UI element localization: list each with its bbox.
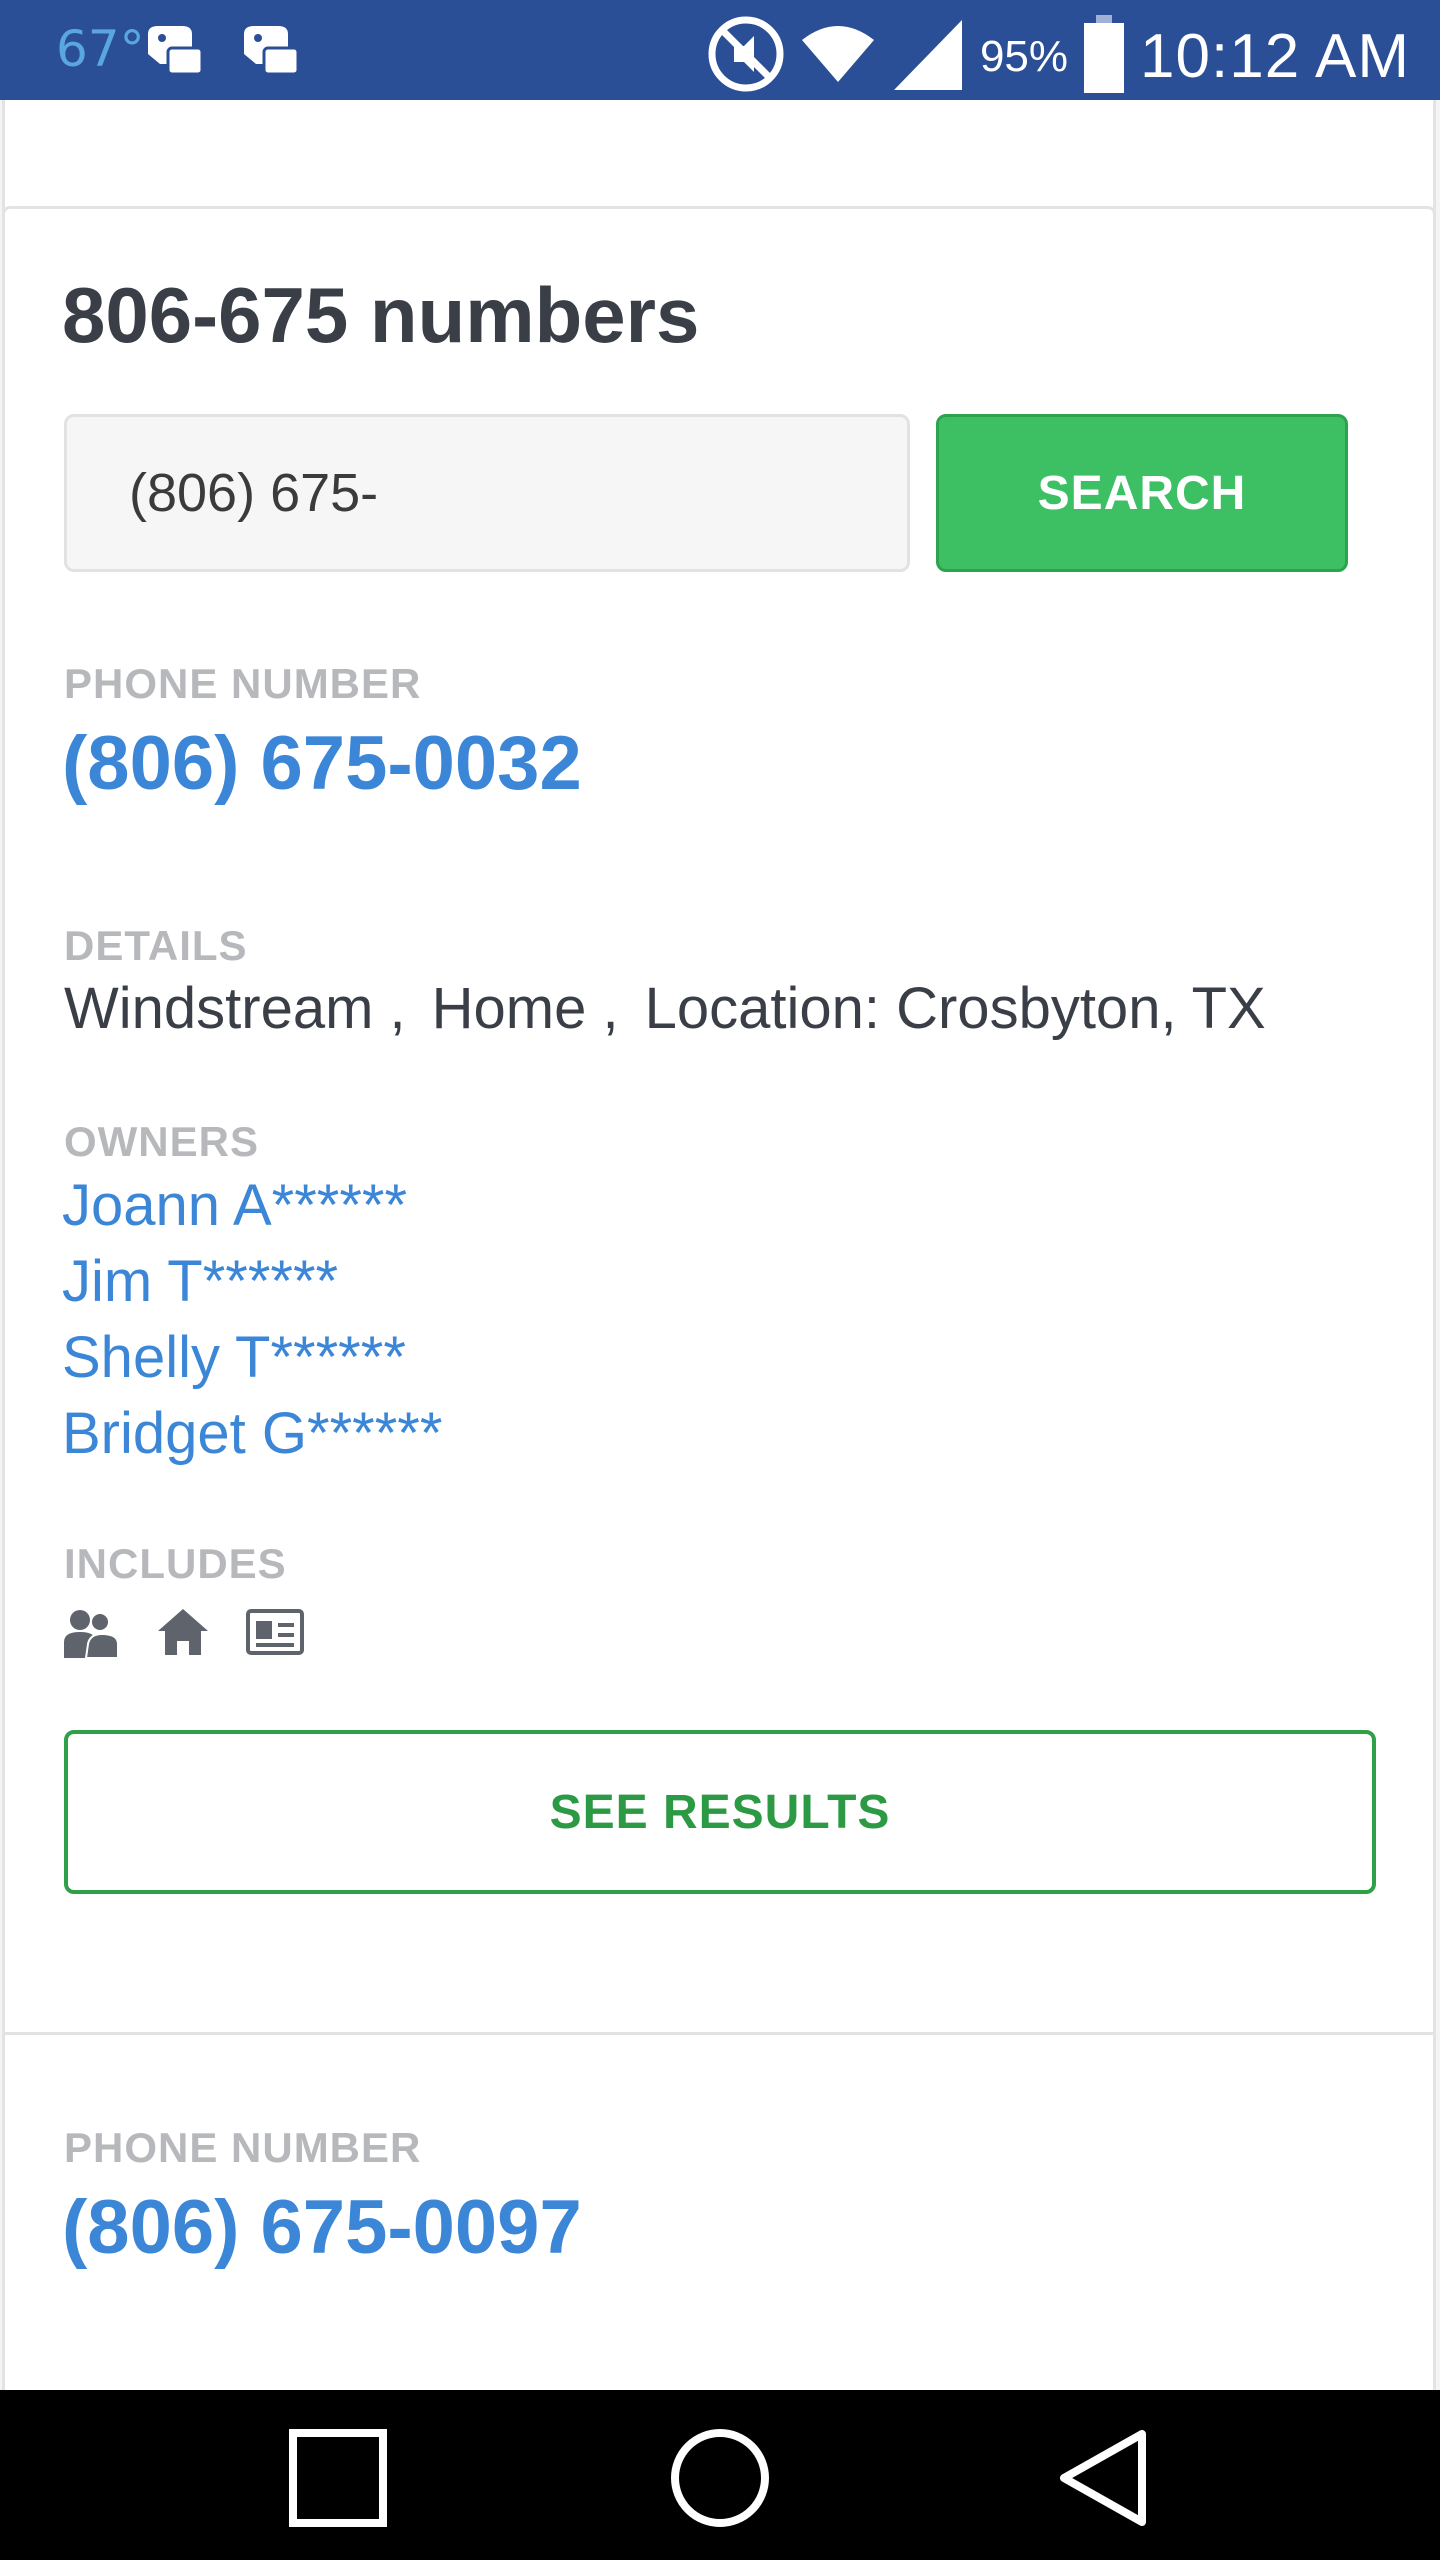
carrier-text: Windstream , xyxy=(64,976,406,1041)
game-controller-icon xyxy=(140,24,204,81)
home-button-icon[interactable] xyxy=(670,2428,770,2528)
home-icon xyxy=(156,1607,210,1662)
line-type-text: Home , xyxy=(431,976,619,1041)
people-icon xyxy=(62,1606,120,1663)
search-button[interactable]: SEARCH xyxy=(936,414,1348,572)
phone-number-label: PHONE NUMBER xyxy=(64,660,422,707)
see-results-button[interactable]: SEE RESULTS xyxy=(64,1730,1376,1894)
includes-icons xyxy=(62,1606,304,1663)
signal-icon xyxy=(890,16,966,97)
result-divider xyxy=(2,2032,1436,2035)
recent-apps-icon[interactable] xyxy=(288,2428,388,2528)
back-icon[interactable] xyxy=(1054,2428,1154,2528)
clock-text: 10:12 AM xyxy=(1140,22,1410,91)
page-title: 806-675 numbers xyxy=(62,271,700,359)
battery-icon xyxy=(1082,15,1126,98)
phone-number-link[interactable]: (806) 675-0097 xyxy=(62,2184,582,2271)
owner-link[interactable]: Joann A****** xyxy=(62,1172,407,1239)
details-text: Windstream , Home , Location: Crosbyton, T… xyxy=(64,975,1292,1042)
owner-link[interactable]: Bridget G****** xyxy=(62,1400,442,1467)
navigation-bar xyxy=(0,2390,1440,2560)
location-text: Location: Crosbyton, TX xyxy=(644,976,1266,1041)
phone-number-link[interactable]: (806) 675-0032 xyxy=(62,720,582,807)
game-controller-icon xyxy=(236,24,300,81)
search-input[interactable] xyxy=(64,414,910,572)
phone-number-label: PHONE NUMBER xyxy=(64,2124,422,2171)
includes-label: INCLUDES xyxy=(64,1540,287,1587)
details-label: DETAILS xyxy=(64,922,248,969)
owner-link[interactable]: Jim T****** xyxy=(62,1248,338,1315)
owner-link[interactable]: Shelly T****** xyxy=(62,1324,406,1391)
owners-label: OWNERS xyxy=(64,1118,259,1165)
status-bar: 67° 95% 10:12 AM xyxy=(0,0,1440,100)
mute-icon xyxy=(706,14,786,99)
wifi-icon xyxy=(800,22,876,91)
battery-percent: 95% xyxy=(979,31,1069,81)
id-card-icon xyxy=(246,1609,304,1660)
status-icons: 95% 10:12 AM xyxy=(706,14,1410,99)
page-content: 806-675 numbers SEARCH PHONE NUMBER (806… xyxy=(0,100,1440,2390)
temperature-text: 67° xyxy=(56,20,145,78)
